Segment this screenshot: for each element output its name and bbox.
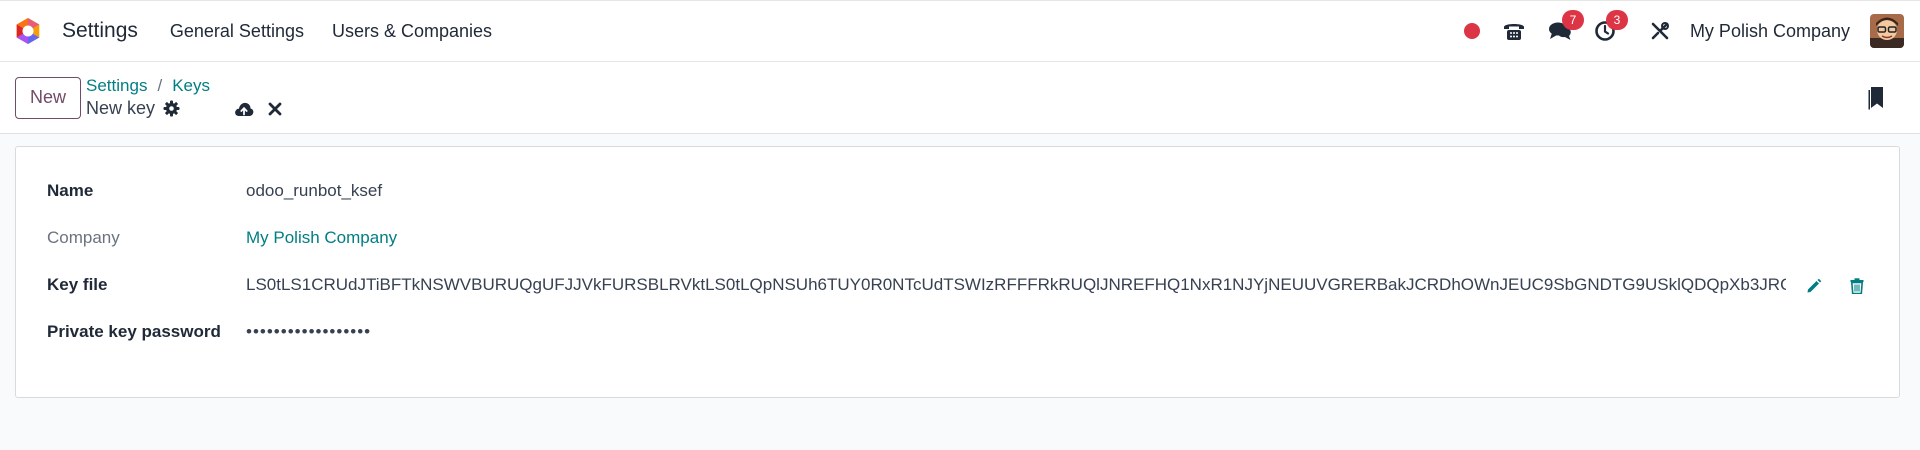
name-input[interactable]: odoo_runbot_ksef [246,181,382,201]
phone-icon [1503,24,1524,40]
user-avatar[interactable] [1870,14,1904,48]
label-company: Company [47,228,120,247]
messages-badge: 7 [1561,10,1584,30]
breadcrumb-block: Settings / Keys New key [86,76,282,119]
field-company-row: Company My Polish Company [47,228,397,248]
breadcrumb-settings[interactable]: Settings [86,76,147,96]
field-password-row: Private key password •••••••••••••••••• [47,322,371,342]
breadcrumb-keys[interactable]: Keys [172,76,210,96]
odoo-logo-icon[interactable] [14,17,42,45]
field-name-row: Name odoo_runbot_ksef [47,181,382,201]
breadcrumb-separator: / [157,76,163,95]
tools-icon [1651,22,1669,40]
debug-button[interactable] [1650,21,1670,41]
label-private-key-password: Private key password [47,322,221,341]
cloud-upload-icon[interactable] [234,101,254,117]
gear-icon[interactable] [163,100,180,117]
label-key-file: Key file [47,275,108,294]
systray: 7 3 My Polish Company [1442,10,1904,48]
company-field-link[interactable]: My Polish Company [246,228,397,248]
bookmark-icon[interactable] [1868,86,1886,110]
messages-button[interactable]: 7 [1548,10,1584,42]
recording-indicator[interactable] [1463,23,1480,39]
close-icon[interactable] [268,102,282,116]
activities-badge: 3 [1605,10,1628,30]
password-input[interactable]: •••••••••••••••••• [246,322,371,342]
record-dot-icon [1463,23,1480,39]
field-keyfile-row: Key file LS0tLS1CRUdJTiBFTkNSWVBURUQgUFJ… [47,275,1786,295]
menu-general-settings[interactable]: General Settings [170,21,304,42]
menu-users-companies[interactable]: Users & Companies [332,21,492,42]
breadcrumb: Settings / Keys [86,76,282,96]
pencil-icon[interactable] [1806,278,1822,299]
key-file-value[interactable]: LS0tLS1CRUdJTiBFTkNSWVBURUQgUFJJVkFURSBL… [246,275,1786,295]
form-sheet: Name odoo_runbot_ksef Company My Polish … [15,146,1900,398]
phone-button[interactable] [1502,20,1526,42]
activities-button[interactable]: 3 [1594,10,1628,42]
app-name[interactable]: Settings [62,19,138,43]
record-title: New key [86,98,156,118]
record-title-row: New key [86,98,282,119]
label-name: Name [47,181,94,200]
company-switcher[interactable]: My Polish Company [1690,21,1850,42]
control-panel: New Settings / Keys New key [0,62,1920,134]
trash-icon[interactable] [1850,278,1864,299]
top-navbar: Settings General Settings Users & Compan… [0,0,1920,62]
new-button[interactable]: New [15,76,82,119]
